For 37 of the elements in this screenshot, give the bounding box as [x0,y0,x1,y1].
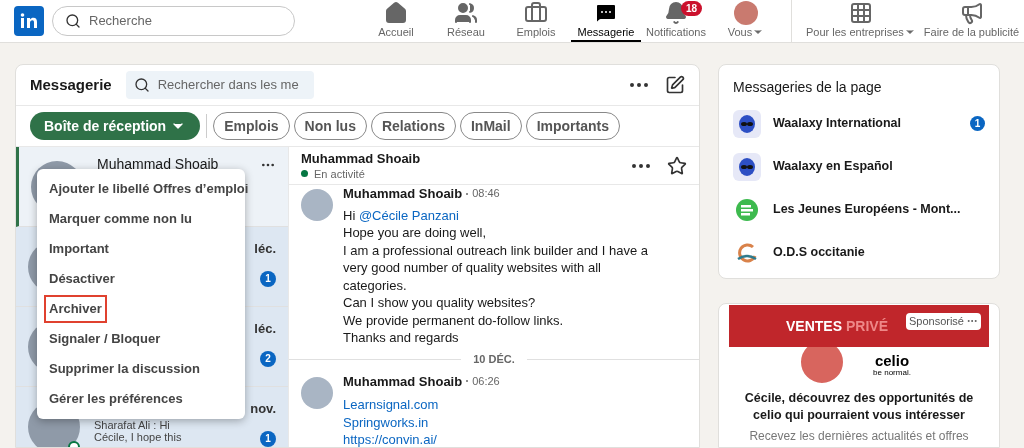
conversation-date: nov. [250,400,276,418]
brand-logo: celio [874,353,910,368]
pages-title: Messageries de la page [732,78,883,97]
page-name: Les Jeunes Européens - Mont... [773,201,961,219]
ad-text: Recevez les dernières actualités et offres [749,428,969,444]
unread-badge: 1 [260,270,276,287]
message-text: Hope you are doing well, [343,224,488,242]
brand-tagline: be normal. [873,367,911,377]
sender-name: Muhammad Shoaib [343,185,463,203]
message-text: We provide permanent do-follow links. [343,311,565,329]
conversation-date: léc. [254,320,276,338]
search-placeholder: Recherche [89,12,152,31]
page-name: O.D.S occitanie [773,244,865,262]
status-text: En activité [314,166,365,181]
message-text: Thanks and regards [343,329,460,347]
date-separator: 10 DÉC. [472,352,516,368]
page-name: Waalaxy en Español [773,158,893,176]
message-preview: Cécile, I hope this [94,431,183,443]
message-text: I am a professional outreach link builder and I have a very good number of quality websites with all categories. [343,241,649,294]
message-preview: Sharafat Ali : Hi [94,419,171,431]
contact-name: Muhammad Shoaib [97,155,220,174]
message-greeting: Hi @Cécile Panzani [343,206,460,224]
unread-badge: 2 [260,350,276,367]
sender-name: Muhammad Shoaib [343,372,463,390]
unread-badge: 1 [260,430,276,447]
unread-badge: 1 [970,116,985,131]
page-name: Waalaxy International [773,115,902,133]
banner-text: VENTES PRIVÉ [786,316,889,336]
thread-contact-name: Muhammad Shoaib [301,150,421,167]
message-time: 06:26 [472,373,500,389]
messaging-title: Messagerie [30,74,112,95]
notification-badge: 18 [681,1,703,16]
message-time: 08:46 [472,186,500,201]
conversation-date: léc. [254,240,276,258]
message-text: Can I show you quality websites? [343,294,537,312]
sponsored-badge: Sponsorisé [905,313,981,330]
ad-headline: Cécile, découvrez des opportunités de celio qui pourraient vous intéresser [743,390,975,424]
